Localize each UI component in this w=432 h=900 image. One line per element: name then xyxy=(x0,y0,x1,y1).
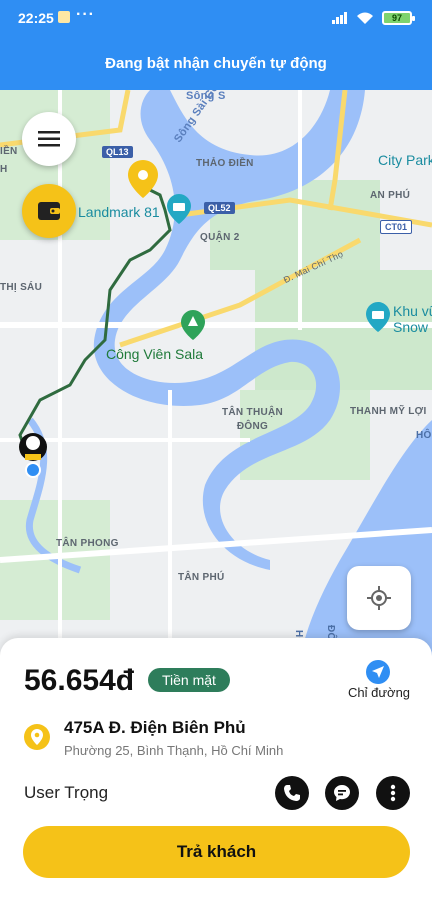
map-label-ho-edge: HÔ xyxy=(416,430,432,441)
shield-ql13: QL13 xyxy=(102,146,133,158)
payment-method-badge: Tiền mặt xyxy=(148,668,230,692)
map-label-ien-edge: IỀN xyxy=(0,146,18,157)
more-vertical-icon xyxy=(390,784,396,802)
shield-ct01: CT01 xyxy=(380,220,413,234)
phone-icon xyxy=(284,785,300,801)
map-label-landmark-81: Landmark 81 xyxy=(78,204,160,220)
notification-icon xyxy=(58,11,70,23)
signal-icon xyxy=(332,12,347,24)
status-icons: 97 xyxy=(332,10,415,26)
battery-icon: 97 xyxy=(382,11,415,25)
directions-button[interactable] xyxy=(366,660,390,684)
drop-off-button[interactable]: Trả khách xyxy=(23,826,410,878)
map-label-tan-phu: TÂN PHÚ xyxy=(178,572,225,583)
destination-address: 475A Đ. Điện Biên Phủ xyxy=(64,718,246,737)
map-label-khu-vui-snow: Khu vũ Snow xyxy=(393,303,432,335)
wifi-icon xyxy=(357,12,373,24)
map-label-quan-2: QUẬN 2 xyxy=(200,232,240,243)
more-options-button[interactable] xyxy=(376,776,410,810)
shield-ql52: QL52 xyxy=(204,202,235,214)
hamburger-menu-icon xyxy=(38,131,60,147)
chat-button[interactable] xyxy=(325,776,359,810)
my-location-icon xyxy=(367,586,391,610)
map-label-thanh-my-loi: THANH MỸ LỢI xyxy=(350,406,427,417)
map-label-city-park: City Park xyxy=(378,152,432,168)
status-bar: 22:25 ··· 97 xyxy=(0,0,432,36)
more-notifications-icon: ··· xyxy=(76,6,95,23)
status-time: 22:25 xyxy=(18,10,54,26)
auto-accept-header: Đang bật nhận chuyến tự động xyxy=(0,36,432,90)
map-label-h-edge: H xyxy=(0,164,8,175)
wallet-button[interactable] xyxy=(22,184,76,238)
navigation-arrow-icon xyxy=(372,666,384,678)
map-label-an-phu: AN PHÚ xyxy=(370,190,411,201)
map-label-tan-thuan-dong: TÂN THUẬN ĐÔNG xyxy=(222,407,284,432)
directions-label[interactable]: Chỉ đường xyxy=(348,685,410,700)
chat-icon xyxy=(334,785,350,801)
trip-bottom-sheet: 56.654đ Tiền mặt Chỉ đường 475A Đ. Điện … xyxy=(0,638,432,900)
map-label-cong-vien-sala: Công Viên Sala xyxy=(106,346,204,362)
call-button[interactable] xyxy=(275,776,309,810)
map-label-tan-phong: TÂN PHONG xyxy=(56,538,119,549)
customer-name: User Trọng xyxy=(24,783,109,802)
fare-amount: 56.654đ xyxy=(24,664,135,697)
location-pin-icon xyxy=(24,724,50,750)
header-title: Đang bật nhận chuyến tự động xyxy=(105,54,327,72)
destination-subaddress: Phường 25, Bình Thạnh, Hồ Chí Minh xyxy=(64,743,284,758)
map-label-thi-sau: THỊ SÁU xyxy=(0,282,43,293)
wallet-icon xyxy=(38,202,60,220)
map-label-thao-dien: THẢO ĐIỀN xyxy=(196,158,254,169)
park-poi-icon xyxy=(181,310,205,340)
my-location-button[interactable] xyxy=(347,566,411,630)
menu-button[interactable] xyxy=(22,112,76,166)
